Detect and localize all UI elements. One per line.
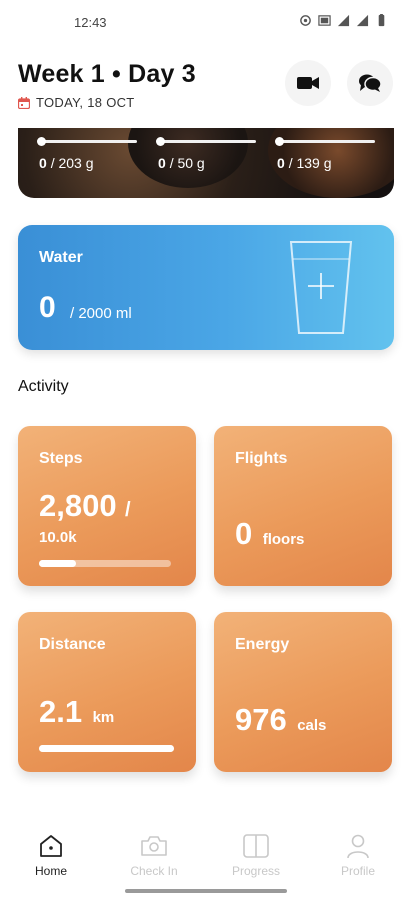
video-call-button[interactable] — [285, 60, 331, 106]
nav-check-in[interactable]: Check In — [114, 832, 194, 878]
macro-progress-bar — [275, 137, 375, 146]
status-time: 12:43 — [74, 15, 107, 30]
activity-section-title: Activity — [18, 378, 69, 395]
page-title: Week 1 • Day 3 — [18, 60, 196, 88]
camera-icon — [141, 836, 167, 856]
flights-title: Flights — [235, 450, 288, 467]
macro-protein: 0 / 139 g — [275, 137, 375, 171]
water-amount: 0 — [39, 291, 56, 324]
add-water-cup-icon[interactable] — [288, 239, 354, 337]
distance-tile[interactable]: Distance 2.1 km — [18, 612, 196, 772]
signal-icon-2 — [356, 14, 369, 27]
settings-status-icon — [300, 15, 311, 26]
flights-tile[interactable]: Flights 0 floors — [214, 426, 392, 586]
distance-value: 2.1 — [39, 694, 83, 729]
nav-label: Home — [34, 864, 67, 878]
date-row: TODAY, 18 OCT — [18, 95, 135, 110]
distance-title: Distance — [39, 636, 106, 653]
water-goal: / 2000 ml — [70, 305, 132, 322]
energy-value: 976 — [235, 702, 287, 737]
nav-profile[interactable]: Profile — [318, 832, 398, 878]
calendar-icon — [18, 96, 30, 109]
macro-target: / 203 g — [50, 155, 94, 171]
nutrition-card[interactable]: 0 / 203 g 0 / 50 g 0 / 139 g — [18, 128, 394, 198]
status-icons — [299, 14, 388, 27]
flights-unit: floors — [262, 531, 305, 548]
home-indicator — [125, 889, 287, 893]
home-icon — [40, 835, 62, 857]
signal-icon — [337, 14, 350, 27]
date-label: TODAY, 18 OCT — [36, 95, 135, 110]
book-icon — [243, 834, 269, 858]
steps-slash: / — [125, 499, 131, 521]
energy-tile[interactable]: Energy 976 cals — [214, 612, 392, 772]
macro-current: 0 — [277, 155, 285, 171]
steps-progress-bar — [39, 560, 171, 567]
video-camera-icon — [297, 77, 319, 89]
energy-title: Energy — [235, 636, 290, 653]
nav-label: Check In — [130, 864, 178, 878]
macro-fat: 0 / 50 g — [156, 137, 256, 171]
distance-progress-bar — [39, 745, 174, 752]
status-bar: 12:43 — [0, 0, 410, 46]
chat-bubbles-icon — [359, 74, 382, 92]
steps-goal: 10.0k — [39, 529, 77, 546]
macro-target: / 50 g — [169, 155, 205, 171]
steps-value: 2,800 — [39, 488, 117, 523]
macro-progress-bar — [156, 137, 256, 146]
nav-progress[interactable]: Progress — [216, 832, 296, 878]
nav-home[interactable]: Home — [11, 832, 91, 878]
chat-button[interactable] — [347, 60, 393, 106]
macro-progress-bar — [37, 137, 137, 146]
energy-unit: cals — [297, 717, 327, 734]
macro-current: 0 — [39, 155, 47, 171]
steps-progress-fill — [39, 560, 76, 567]
water-title: Water — [39, 249, 83, 266]
distance-unit: km — [92, 709, 115, 726]
steps-tile[interactable]: Steps 2,800 / 10.0k — [18, 426, 196, 586]
bottom-navigation: Home Check In Progress Profile — [0, 818, 410, 900]
battery-icon — [378, 14, 385, 27]
header: Week 1 • Day 3 TODAY, 18 OCT — [18, 60, 398, 120]
macro-carbs: 0 / 203 g — [37, 137, 137, 171]
nav-label: Profile — [340, 864, 375, 878]
macro-target: / 139 g — [288, 155, 332, 171]
flights-value: 0 — [235, 516, 253, 551]
steps-title: Steps — [39, 450, 83, 467]
water-card[interactable]: Water 0 / 2000 ml — [18, 225, 394, 350]
volte-icon — [318, 15, 331, 26]
macro-current: 0 — [158, 155, 166, 171]
nav-label: Progress — [231, 864, 281, 878]
distance-progress-fill — [39, 745, 174, 752]
person-icon — [347, 834, 369, 859]
